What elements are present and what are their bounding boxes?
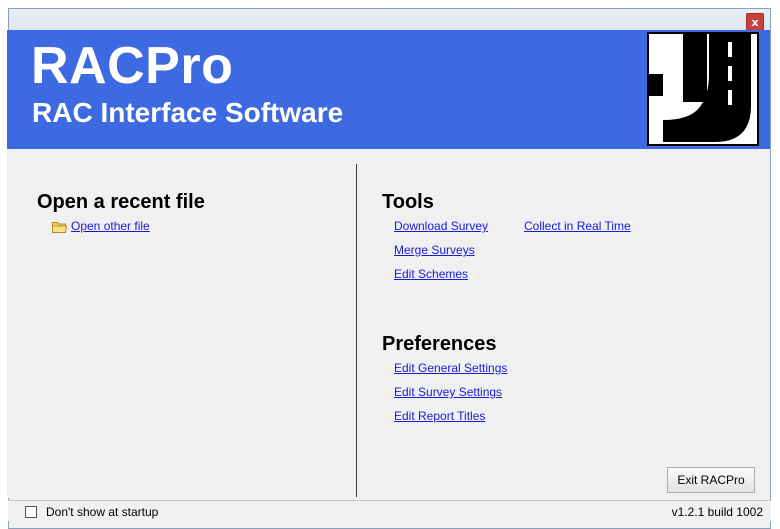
dont-show-checkbox[interactable] bbox=[25, 506, 37, 518]
header-banner: RACPro RAC Interface Software bbox=[7, 30, 770, 149]
exit-button[interactable]: Exit RACPro bbox=[667, 467, 755, 493]
recent-files-heading: Open a recent file bbox=[37, 191, 205, 213]
open-other-file-link[interactable]: Open other file bbox=[71, 219, 150, 233]
folder-icon bbox=[52, 222, 67, 233]
edit-report-titles-link[interactable]: Edit Report Titles bbox=[394, 409, 485, 423]
version-label: v1.2.1 build 1002 bbox=[671, 505, 763, 519]
dont-show-label: Don't show at startup bbox=[46, 505, 159, 519]
edit-survey-settings-link[interactable]: Edit Survey Settings bbox=[394, 385, 502, 399]
collect-real-time-link[interactable]: Collect in Real Time bbox=[524, 219, 631, 233]
panel-divider bbox=[356, 164, 357, 497]
edit-schemes-link[interactable]: Edit Schemes bbox=[394, 267, 468, 281]
edit-general-settings-link[interactable]: Edit General Settings bbox=[394, 361, 507, 375]
app-subtitle: RAC Interface Software bbox=[32, 97, 344, 128]
merge-surveys-link[interactable]: Merge Surveys bbox=[394, 243, 475, 257]
tools-heading: Tools bbox=[382, 191, 434, 213]
download-survey-link[interactable]: Download Survey bbox=[394, 219, 488, 233]
app-title: RACPro bbox=[31, 37, 234, 95]
close-button[interactable]: x bbox=[746, 13, 764, 31]
preferences-heading: Preferences bbox=[382, 333, 497, 355]
status-bar: Don't show at startup v1.2.1 build 1002 bbox=[8, 500, 771, 521]
road-logo-icon bbox=[647, 32, 759, 146]
start-panel: Open a recent file Open other file Tools… bbox=[7, 149, 764, 498]
